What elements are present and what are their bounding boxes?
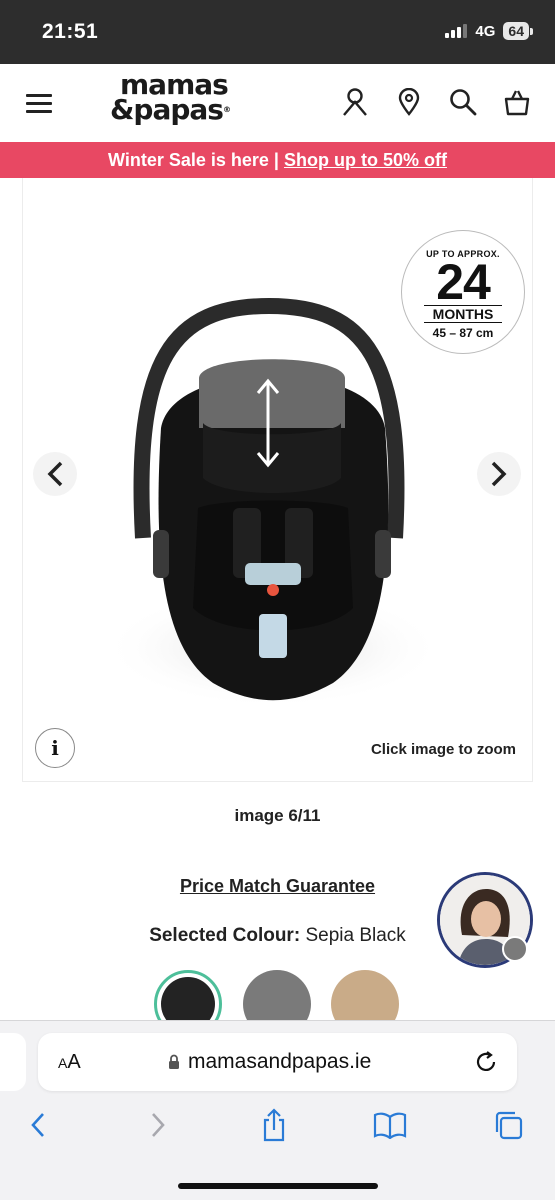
chat-status-indicator [502,936,528,962]
home-indicator[interactable] [178,1183,378,1189]
lock-icon [169,1054,179,1069]
bookmarks-button[interactable] [372,1107,408,1143]
basket-icon[interactable] [503,88,531,116]
reload-icon[interactable] [473,1049,499,1075]
info-button[interactable]: i [35,728,75,768]
account-icon[interactable] [341,88,369,116]
logo-line2: &papas® [110,93,231,126]
product-gallery[interactable]: UP TO APPROX. 24 MONTHS 45 – 87 cm i Cli… [22,178,533,782]
bookmarks-icon [373,1112,407,1139]
promo-link[interactable]: Shop up to 50% off [284,150,447,170]
age-badge: UP TO APPROX. 24 MONTHS 45 – 87 cm [401,230,525,354]
status-bar: 21:51 4G 64 [0,0,555,64]
tabs-button[interactable] [490,1107,526,1143]
store-locator-icon[interactable] [395,88,423,116]
address-bar[interactable]: AA mamasandpapas.ie [38,1033,517,1091]
cellular-signal-icon [445,24,468,38]
zoom-hint: Click image to zoom [370,741,516,758]
battery-icon: 64 [503,22,533,40]
site-header: mamas &papas® [0,64,555,142]
search-icon[interactable] [449,88,477,116]
header-actions [341,88,531,116]
previous-tab-edge[interactable] [0,1033,26,1091]
menu-icon[interactable] [26,94,52,114]
forward-icon [152,1113,165,1137]
status-time: 21:51 [42,20,99,43]
next-image-button[interactable] [477,452,521,496]
badge-range: 45 – 87 cm [432,326,494,340]
network-type: 4G [475,22,496,40]
image-counter: image 6/11 [234,806,321,825]
tabs-icon [495,1111,523,1140]
url-text-wrapper: mamasandpapas.ie [168,1050,371,1074]
badge-number: 24 [436,254,491,310]
selected-colour-value: Sepia Black [300,925,406,946]
back-icon [31,1113,44,1137]
chevron-left-icon [47,461,63,487]
url-text: mamasandpapas.ie [188,1050,372,1073]
chevron-right-icon [491,461,507,487]
browser-toolbar [0,1107,555,1147]
share-button[interactable] [256,1107,292,1143]
promo-text: Winter Sale is here | [108,150,284,170]
promo-banner: Winter Sale is here | Shop up to 50% off [0,142,555,178]
reader-settings-button[interactable]: AA [58,1051,81,1074]
back-button[interactable] [20,1107,56,1143]
browser-chrome: AA mamasandpapas.ie [0,1020,555,1200]
share-icon [263,1108,285,1142]
previous-image-button[interactable] [33,452,77,496]
battery-level: 64 [503,22,529,40]
selected-colour-label: Selected Colour: [149,925,301,946]
forward-button[interactable] [140,1107,176,1143]
brand-logo[interactable]: mamas &papas® [110,71,250,126]
status-indicators: 4G 64 [445,22,533,40]
badge-unit: MONTHS [424,305,502,323]
